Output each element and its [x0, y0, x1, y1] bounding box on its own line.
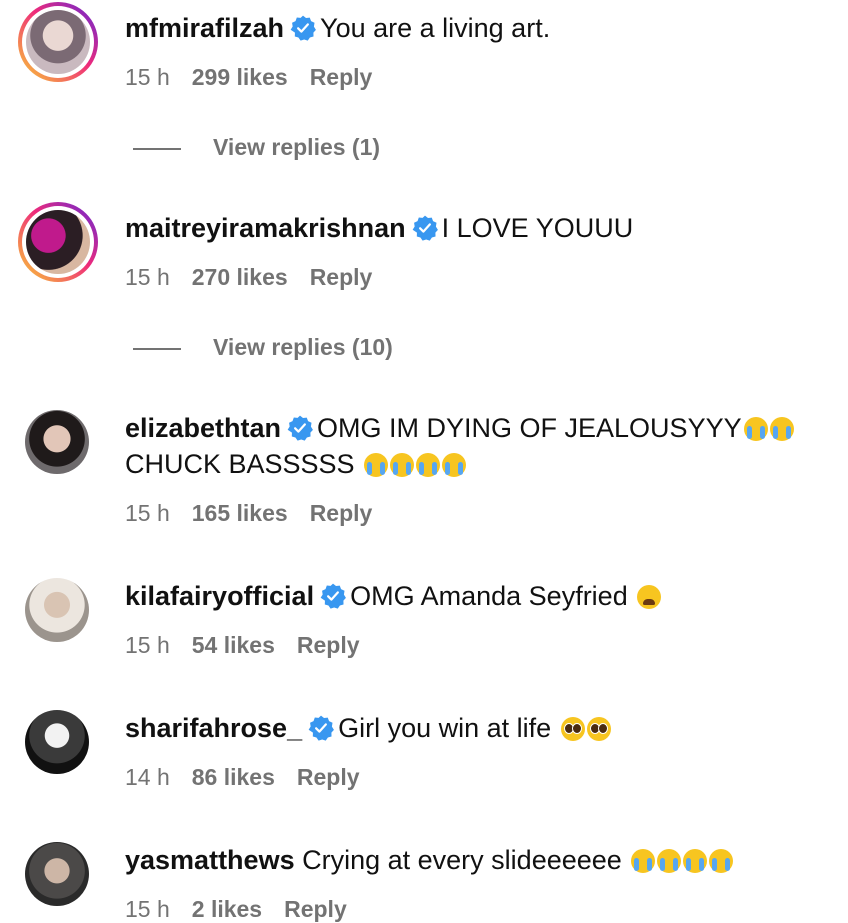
comment-text-line2: CHUCK BASSSSS	[125, 449, 355, 479]
verified-badge-icon	[290, 15, 316, 41]
username[interactable]: maitreyiramakrishnan	[125, 213, 406, 243]
comment-text: OMG IM DYING OF JEALOUSYYY	[317, 413, 742, 443]
username[interactable]: sharifahrose_	[125, 713, 302, 743]
comment-time: 15 h	[125, 632, 170, 658]
comment-time: 15 h	[125, 64, 170, 90]
reply-button[interactable]: Reply	[297, 764, 360, 790]
username[interactable]: mfmirafilzah	[125, 13, 284, 43]
story-ring[interactable]	[18, 202, 98, 282]
reply-button[interactable]: Reply	[284, 896, 347, 922]
avatar[interactable]	[25, 578, 89, 642]
like-count[interactable]: 270 likes	[192, 264, 288, 290]
avatar[interactable]	[25, 842, 89, 906]
username[interactable]: elizabethtan	[125, 413, 281, 443]
loudly-crying-face-icon	[742, 413, 794, 443]
like-count[interactable]: 165 likes	[192, 500, 288, 526]
reply-button[interactable]: Reply	[310, 500, 373, 526]
like-count[interactable]: 299 likes	[192, 64, 288, 90]
divider	[133, 347, 181, 350]
view-replies-label: View replies (10)	[213, 334, 393, 360]
comment-text: I LOVE YOUUU	[441, 213, 634, 243]
verified-badge-icon	[287, 415, 313, 441]
avatar	[26, 10, 90, 74]
like-count[interactable]: 54 likes	[192, 632, 275, 658]
comment-time: 15 h	[125, 500, 170, 526]
avatar[interactable]	[25, 710, 89, 774]
view-replies-button[interactable]: View replies (1)	[133, 134, 380, 161]
comment-text: Crying at every slideeeeee	[302, 845, 622, 875]
comment-time: 15 h	[125, 896, 170, 922]
loudly-crying-face-icon	[362, 449, 467, 479]
like-count[interactable]: 86 likes	[192, 764, 275, 790]
story-ring[interactable]	[18, 2, 98, 82]
reply-button[interactable]: Reply	[297, 632, 360, 658]
comment-time: 15 h	[125, 264, 170, 290]
verified-badge-icon	[308, 715, 334, 741]
loudly-crying-face-icon	[629, 845, 734, 875]
reply-button[interactable]: Reply	[310, 264, 373, 290]
comment-text: Girl you win at life	[338, 713, 552, 743]
comment-time: 14 h	[125, 764, 170, 790]
username[interactable]: yasmatthews	[125, 845, 295, 875]
like-count[interactable]: 2 likes	[192, 896, 262, 922]
avatar[interactable]	[25, 410, 89, 474]
view-replies-button[interactable]: View replies (10)	[133, 334, 393, 361]
reply-button[interactable]: Reply	[310, 64, 373, 90]
avatar	[26, 210, 90, 274]
weary-face-icon	[635, 581, 662, 611]
view-replies-label: View replies (1)	[213, 134, 381, 160]
username[interactable]: kilafairyofficial	[125, 581, 314, 611]
comment-text: You are a living art.	[320, 13, 551, 43]
verified-badge-icon	[412, 215, 438, 241]
pleading-face-icon	[559, 713, 611, 743]
comment-text: OMG Amanda Seyfried	[350, 581, 628, 611]
verified-badge-icon	[320, 583, 346, 609]
divider	[133, 147, 181, 150]
